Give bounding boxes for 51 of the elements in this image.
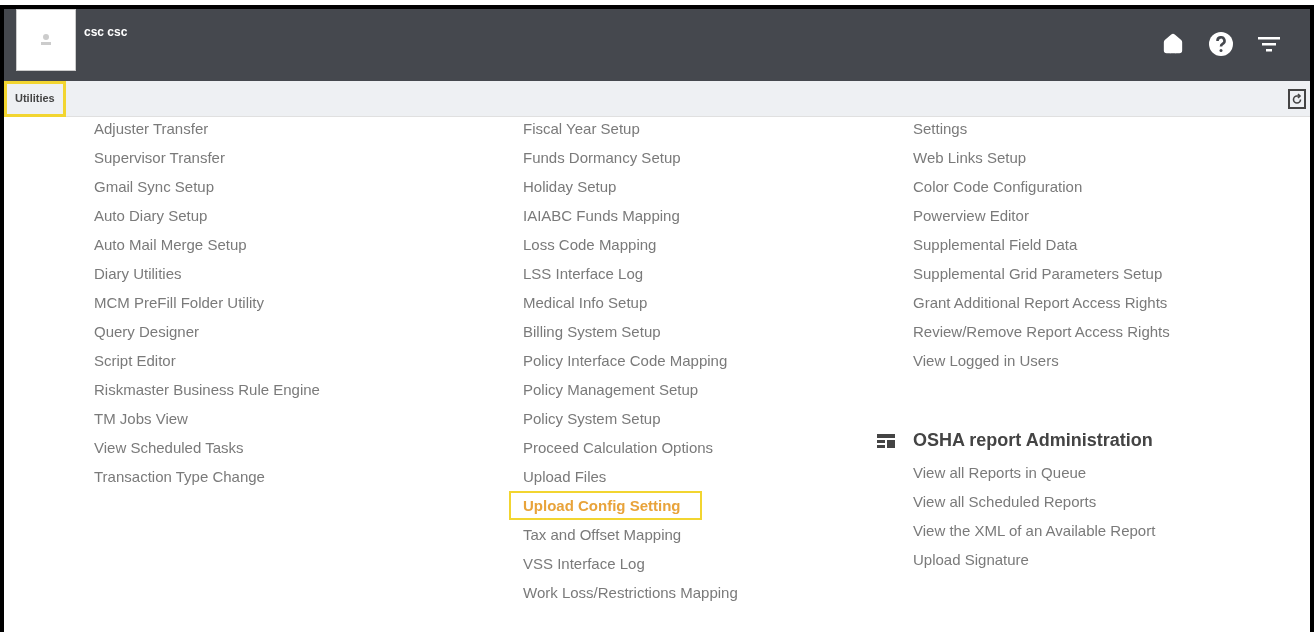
menu-link[interactable]: Holiday Setup <box>523 172 617 201</box>
help-icon[interactable] <box>1208 31 1234 57</box>
home-icon[interactable] <box>1162 33 1184 55</box>
menu-link[interactable]: Powerview Editor <box>913 201 1029 230</box>
menu-link[interactable]: Supplemental Field Data <box>913 230 1078 259</box>
menu-link[interactable]: Policy Interface Code Mapping <box>523 346 728 375</box>
menu-link[interactable]: Supplemental Grid Parameters Setup <box>913 259 1163 288</box>
menu-link[interactable]: Fiscal Year Setup <box>523 117 640 143</box>
menu-link[interactable]: IAIABC Funds Mapping <box>523 201 680 230</box>
menu-link[interactable]: VSS Interface Log <box>523 549 645 578</box>
breadcrumb-link[interactable]: Utilities <box>4 80 66 117</box>
report-grid-icon <box>877 432 895 449</box>
menu-link[interactable]: Tax and Offset Mapping <box>523 520 682 549</box>
menu-link[interactable]: View Scheduled Tasks <box>94 433 244 462</box>
menu-link[interactable]: Web Links Setup <box>913 143 1027 172</box>
menu-link[interactable]: Billing System Setup <box>523 317 661 346</box>
menu-link[interactable]: Loss Code Mapping <box>523 230 657 259</box>
menu-link[interactable]: Auto Diary Setup <box>94 201 208 230</box>
menu-link[interactable]: Work Loss/Restrictions Mapping <box>523 578 738 607</box>
section-title: OSHA report Administration <box>913 429 1153 452</box>
menu-link[interactable]: Adjuster Transfer <box>94 117 209 143</box>
menu-link[interactable]: Color Code Configuration <box>913 172 1083 201</box>
menu-link[interactable]: View Logged in Users <box>913 346 1059 375</box>
menu-link[interactable]: Settings <box>913 117 968 143</box>
menu-link[interactable]: View all Reports in Queue <box>913 458 1087 487</box>
menu-link[interactable]: Script Editor <box>94 346 176 375</box>
menu-link[interactable]: Medical Info Setup <box>523 288 648 317</box>
menu-link[interactable]: Funds Dormancy Setup <box>523 143 681 172</box>
menu-link[interactable]: Auto Mail Merge Setup <box>94 230 247 259</box>
menu-link[interactable]: Gmail Sync Setup <box>94 172 215 201</box>
menu-link[interactable]: Diary Utilities <box>94 259 182 288</box>
refresh-icon[interactable] <box>1288 88 1306 109</box>
menu-link[interactable]: LSS Interface Log <box>523 259 644 288</box>
menu-link[interactable]: Grant Additional Report Access Rights <box>913 288 1168 317</box>
menu-link[interactable]: Proceed Calculation Options <box>523 433 714 462</box>
menu-link[interactable]: Riskmaster Business Rule Engine <box>94 375 320 404</box>
menu-link[interactable]: Transaction Type Change <box>94 462 265 491</box>
user-icon <box>39 32 53 48</box>
menu-link[interactable]: Supervisor Transfer <box>94 143 225 172</box>
menu-link[interactable]: Review/Remove Report Access Rights <box>913 317 1170 346</box>
menu-link[interactable]: TM Jobs View <box>94 404 188 433</box>
user-name: csc csc <box>84 24 128 41</box>
menu-link[interactable]: Query Designer <box>94 317 200 346</box>
menu-link[interactable]: View all Scheduled Reports <box>913 487 1097 516</box>
menu-link[interactable]: Upload Signature <box>913 545 1029 574</box>
menu-link[interactable]: Upload Files <box>523 462 607 491</box>
menu-link[interactable]: Policy Management Setup <box>523 375 699 404</box>
menu-link[interactable]: View the XML of an Available Report <box>913 516 1156 545</box>
filter-icon[interactable] <box>1258 36 1280 52</box>
menu-link[interactable]: MCM PreFill Folder Utility <box>94 288 264 317</box>
menu-link[interactable]: Policy System Setup <box>523 404 661 433</box>
